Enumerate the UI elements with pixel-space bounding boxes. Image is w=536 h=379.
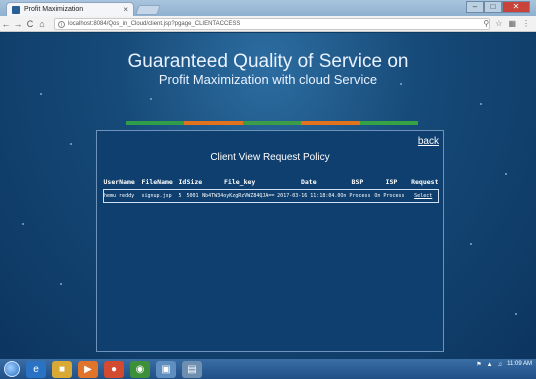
close-window-button[interactable]: ✕ xyxy=(502,1,530,13)
favicon-icon xyxy=(12,5,20,14)
chrome-icon[interactable]: ◉ xyxy=(130,360,150,378)
star-icon[interactable]: ☆ xyxy=(495,19,502,28)
sparkle xyxy=(470,243,472,245)
table-header-row: UserName FileName Id Size File_key Date … xyxy=(103,175,439,189)
cell-id: 5 xyxy=(178,192,182,199)
maximize-button[interactable]: □ xyxy=(484,1,502,13)
bookmark-icon[interactable]: ▦ xyxy=(508,19,516,28)
cell-isp: On Process xyxy=(374,192,405,199)
folder-icon[interactable]: ■ xyxy=(52,360,72,378)
back-link[interactable]: back xyxy=(418,136,439,147)
col-isp: ISP xyxy=(385,177,398,186)
site-info-icon[interactable]: i xyxy=(58,20,65,28)
col-filename: FileName xyxy=(141,177,173,186)
sparkle xyxy=(40,93,42,95)
menu-color-bar xyxy=(126,121,419,125)
sparkle xyxy=(150,98,152,100)
minimize-button[interactable]: – xyxy=(466,1,484,13)
sparkle xyxy=(60,283,62,285)
col-size: Size xyxy=(186,177,203,186)
color-segment xyxy=(126,121,185,125)
home-icon[interactable]: ⌂ xyxy=(36,19,48,29)
col-request: Request xyxy=(411,177,439,186)
system-tray: ⚑ ▲ ♫ 11:09 AM xyxy=(476,361,532,368)
reload-icon[interactable]: C xyxy=(24,19,36,29)
clock[interactable]: 11:09 AM xyxy=(507,361,532,368)
cell-bsp: On Process xyxy=(340,192,371,199)
cell-username: hemu reddy xyxy=(104,192,135,199)
col-username: UserName xyxy=(103,177,135,186)
search-icon[interactable]: ⚲ xyxy=(483,19,489,28)
sparkle xyxy=(515,313,517,315)
cell-date: 2017-03-16 11:18:04.0 xyxy=(277,192,341,199)
col-date: Date xyxy=(300,177,317,186)
flag-icon[interactable]: ⚑ xyxy=(476,361,481,368)
page-subtitle: Profit Maximization with cloud Service xyxy=(158,72,378,87)
tab-title: Profit Maximization xyxy=(24,6,84,13)
request-table: UserName FileName Id Size File_key Date … xyxy=(103,175,439,203)
sparkle xyxy=(22,223,24,225)
panel-title: Client View Request Policy xyxy=(210,152,330,163)
window-controls: – □ ✕ xyxy=(466,1,530,13)
color-segment xyxy=(242,121,302,125)
taskbar: e ■ ▶ ● ◉ ▣ ▤ ⚑ ▲ ♫ 11:09 AM xyxy=(0,359,536,379)
cell-size: 5001 xyxy=(186,192,199,199)
media-icon[interactable]: ▶ xyxy=(78,360,98,378)
network-icon[interactable]: ▲ xyxy=(487,362,493,368)
table-row: hemu reddy signup.jsp 5 5001 Nb4TW34oyKz… xyxy=(103,189,439,202)
browser-titlebar: Profit Maximization × – □ ✕ xyxy=(0,0,536,16)
start-button[interactable] xyxy=(4,361,20,377)
notepad-icon[interactable]: ▤ xyxy=(182,360,202,378)
app-icon[interactable]: ▣ xyxy=(156,360,176,378)
col-id: Id xyxy=(178,177,187,186)
select-link[interactable]: Select xyxy=(414,193,432,199)
browser-icon[interactable]: ● xyxy=(104,360,124,378)
toolbar-right-icons: ⚲ ☆ ▦ ⋮ xyxy=(483,19,530,28)
col-bsp: BSP xyxy=(351,177,364,186)
sparkle xyxy=(480,103,482,105)
page-title: Guaranteed Quality of Service on xyxy=(127,51,409,72)
sparkle xyxy=(70,143,72,145)
ie-icon[interactable]: e xyxy=(26,360,46,378)
tab-close-icon[interactable]: × xyxy=(123,5,128,14)
content-panel: back Client View Request Policy UserName… xyxy=(96,130,444,352)
color-segment xyxy=(184,121,243,125)
browser-tab[interactable]: Profit Maximization × xyxy=(6,2,134,16)
forward-arrow-icon[interactable]: → xyxy=(12,19,24,29)
cell-filename: signup.jsp xyxy=(141,192,172,199)
browser-toolbar: ← → C ⌂ i localhost:8084/Qos_in_Cloud/cl… xyxy=(0,16,536,32)
back-arrow-icon[interactable]: ← xyxy=(0,19,12,29)
page-content: Guaranteed Quality of Service on Profit … xyxy=(0,33,536,359)
cell-file-key: Nb4TW34oyKzgRzVWZ84QJA== xyxy=(202,192,275,199)
address-bar[interactable]: i localhost:8084/Qos_in_Cloud/client.jsp… xyxy=(54,18,490,30)
color-segment xyxy=(301,121,360,125)
col-file-key: File_key xyxy=(224,177,256,186)
new-tab-button[interactable] xyxy=(135,5,161,15)
menu-icon[interactable]: ⋮ xyxy=(522,19,530,28)
color-segment xyxy=(359,121,419,125)
url-text: localhost:8084/Qos_in_Cloud/client.jsp?p… xyxy=(68,21,241,27)
volume-icon[interactable]: ♫ xyxy=(498,362,503,368)
sparkle xyxy=(505,173,507,175)
